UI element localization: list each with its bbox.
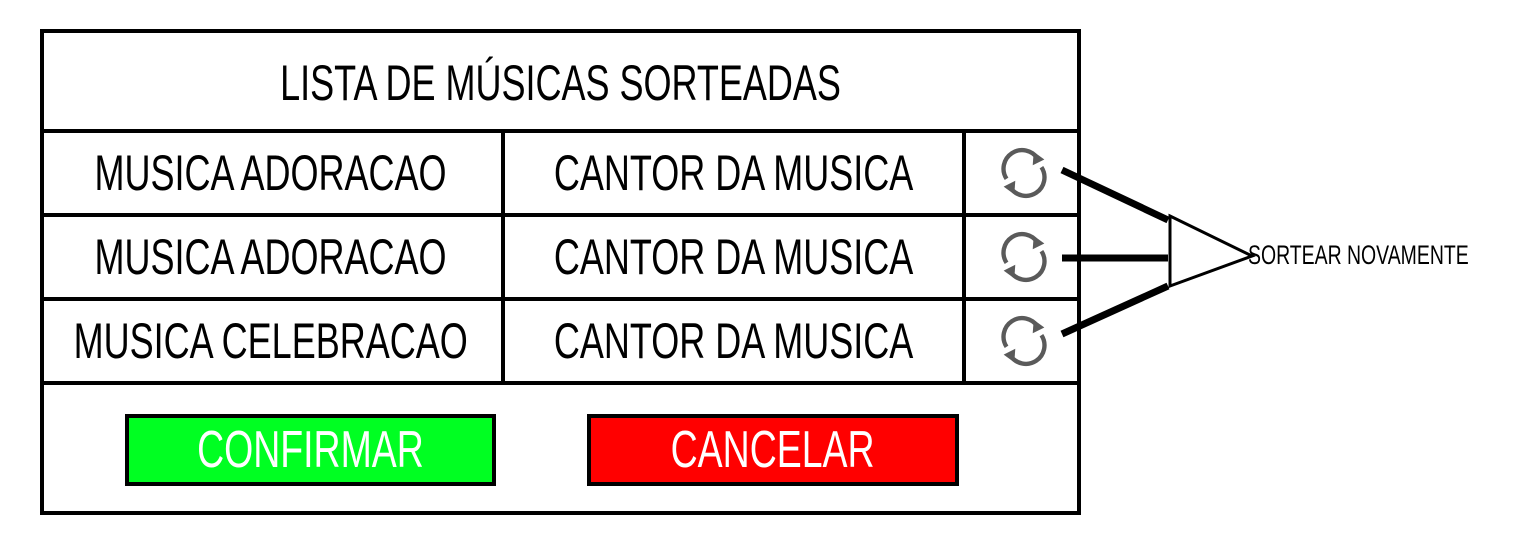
singer-name: CANTOR DA MUSICA bbox=[553, 313, 914, 369]
song-cell: MUSICA ADORACAO bbox=[40, 217, 501, 297]
dialog-title: LISTA DE MÚSICAS SORTEADAS bbox=[280, 55, 841, 111]
bracket-shape bbox=[1168, 213, 1256, 289]
song-row: MUSICA CELEBRACAO CANTOR DA MUSICA bbox=[40, 297, 1081, 385]
song-cell: MUSICA CELEBRACAO bbox=[40, 301, 501, 381]
confirm-button[interactable]: CONFIRMAR bbox=[125, 414, 496, 486]
song-row: MUSICA ADORACAO CANTOR DA MUSICA bbox=[40, 213, 1081, 297]
confirm-button-label: CONFIRMAR bbox=[197, 421, 424, 479]
singer-name: CANTOR DA MUSICA bbox=[553, 229, 914, 285]
refresh-icon[interactable] bbox=[993, 226, 1055, 288]
refresh-icon[interactable] bbox=[993, 310, 1055, 372]
singer-name: CANTOR DA MUSICA bbox=[553, 145, 914, 201]
singer-cell: CANTOR DA MUSICA bbox=[501, 301, 962, 381]
singer-cell: CANTOR DA MUSICA bbox=[501, 133, 962, 213]
redraw-cell bbox=[962, 133, 1081, 213]
singer-cell: CANTOR DA MUSICA bbox=[501, 217, 962, 297]
sorted-songs-dialog: LISTA DE MÚSICAS SORTEADAS MUSICA ADORAC… bbox=[40, 29, 1081, 515]
song-name: MUSICA ADORACAO bbox=[94, 229, 447, 285]
annotation-label: SORTEAR NOVAMENTE bbox=[1248, 240, 1469, 270]
cancel-button-label: CANCELAR bbox=[671, 421, 875, 479]
song-name: MUSICA ADORACAO bbox=[94, 145, 447, 201]
song-name: MUSICA CELEBRACAO bbox=[73, 313, 468, 369]
redraw-cell bbox=[962, 217, 1081, 297]
song-row: MUSICA ADORACAO CANTOR DA MUSICA bbox=[40, 129, 1081, 213]
song-cell: MUSICA ADORACAO bbox=[40, 133, 501, 213]
cancel-button[interactable]: CANCELAR bbox=[587, 414, 959, 486]
redraw-cell bbox=[962, 301, 1081, 381]
refresh-icon[interactable] bbox=[993, 142, 1055, 204]
